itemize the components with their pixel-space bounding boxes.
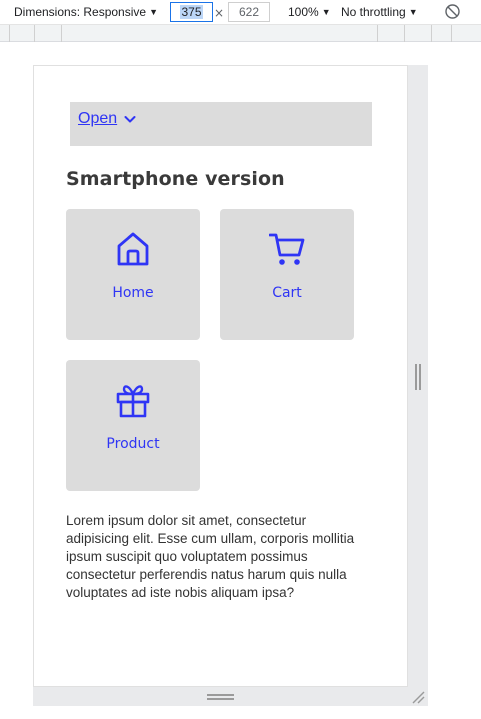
cart-icon [269,233,305,265]
media-query-segment[interactable] [378,25,405,42]
media-query-bar [0,25,481,42]
tile-home[interactable]: Home [66,209,200,340]
height-input[interactable]: 622 [228,2,270,22]
dropdown-bar: Open [70,102,372,146]
corner-resize-icon[interactable] [410,689,426,705]
body-paragraph: Lorem ipsum dolor sit amet, consectetur … [66,513,355,600]
gift-icon [116,385,150,418]
media-query-segment[interactable] [432,25,452,42]
rotate-icon[interactable] [444,3,461,20]
tile-product[interactable]: Product [66,360,200,491]
tile-label: Home [112,285,154,301]
emulated-viewport: Open Smartphone version Home Cart Produc… [33,65,408,687]
grip-horizontal-icon[interactable] [207,694,234,700]
caret-down-icon: ▼ [321,7,331,17]
chevron-down-icon [124,116,136,123]
home-icon [117,232,149,266]
tile-label: Product [106,436,160,452]
media-query-segment[interactable] [35,25,62,42]
throttling-dropdown[interactable]: No throttling ▼ [341,0,418,25]
media-query-segment[interactable] [0,25,10,42]
width-input[interactable]: 375 [170,2,213,22]
throttling-value: No throttling [341,5,406,19]
caret-down-icon: ▼ [149,7,158,17]
zoom-value: 100% [288,5,319,19]
times-separator: × [214,6,225,20]
page-heading: Smartphone version [66,168,285,190]
media-query-segment[interactable] [405,25,432,42]
tile-label: Cart [272,285,302,301]
dimensions-dropdown[interactable]: Dimensions: Responsive ▼ [14,0,158,25]
grip-vertical-icon[interactable] [415,364,421,390]
media-query-segment[interactable] [10,25,35,42]
dropdown-label: Open [78,110,118,127]
caret-down-icon: ▼ [408,7,418,17]
open-dropdown-link[interactable]: Open [78,110,137,128]
dimensions-label: Dimensions: Responsive [14,5,147,19]
page-content: Open Smartphone version Home Cart Produc… [34,66,407,686]
media-query-segment[interactable] [62,25,378,42]
tile-cart[interactable]: Cart [220,209,354,340]
width-value: 375 [180,5,203,19]
height-value: 622 [238,5,260,19]
zoom-dropdown[interactable]: 100% ▼ [288,0,331,25]
device-toolbar: Dimensions: Responsive ▼ 375 × 622 100% ▼ … [0,0,481,25]
